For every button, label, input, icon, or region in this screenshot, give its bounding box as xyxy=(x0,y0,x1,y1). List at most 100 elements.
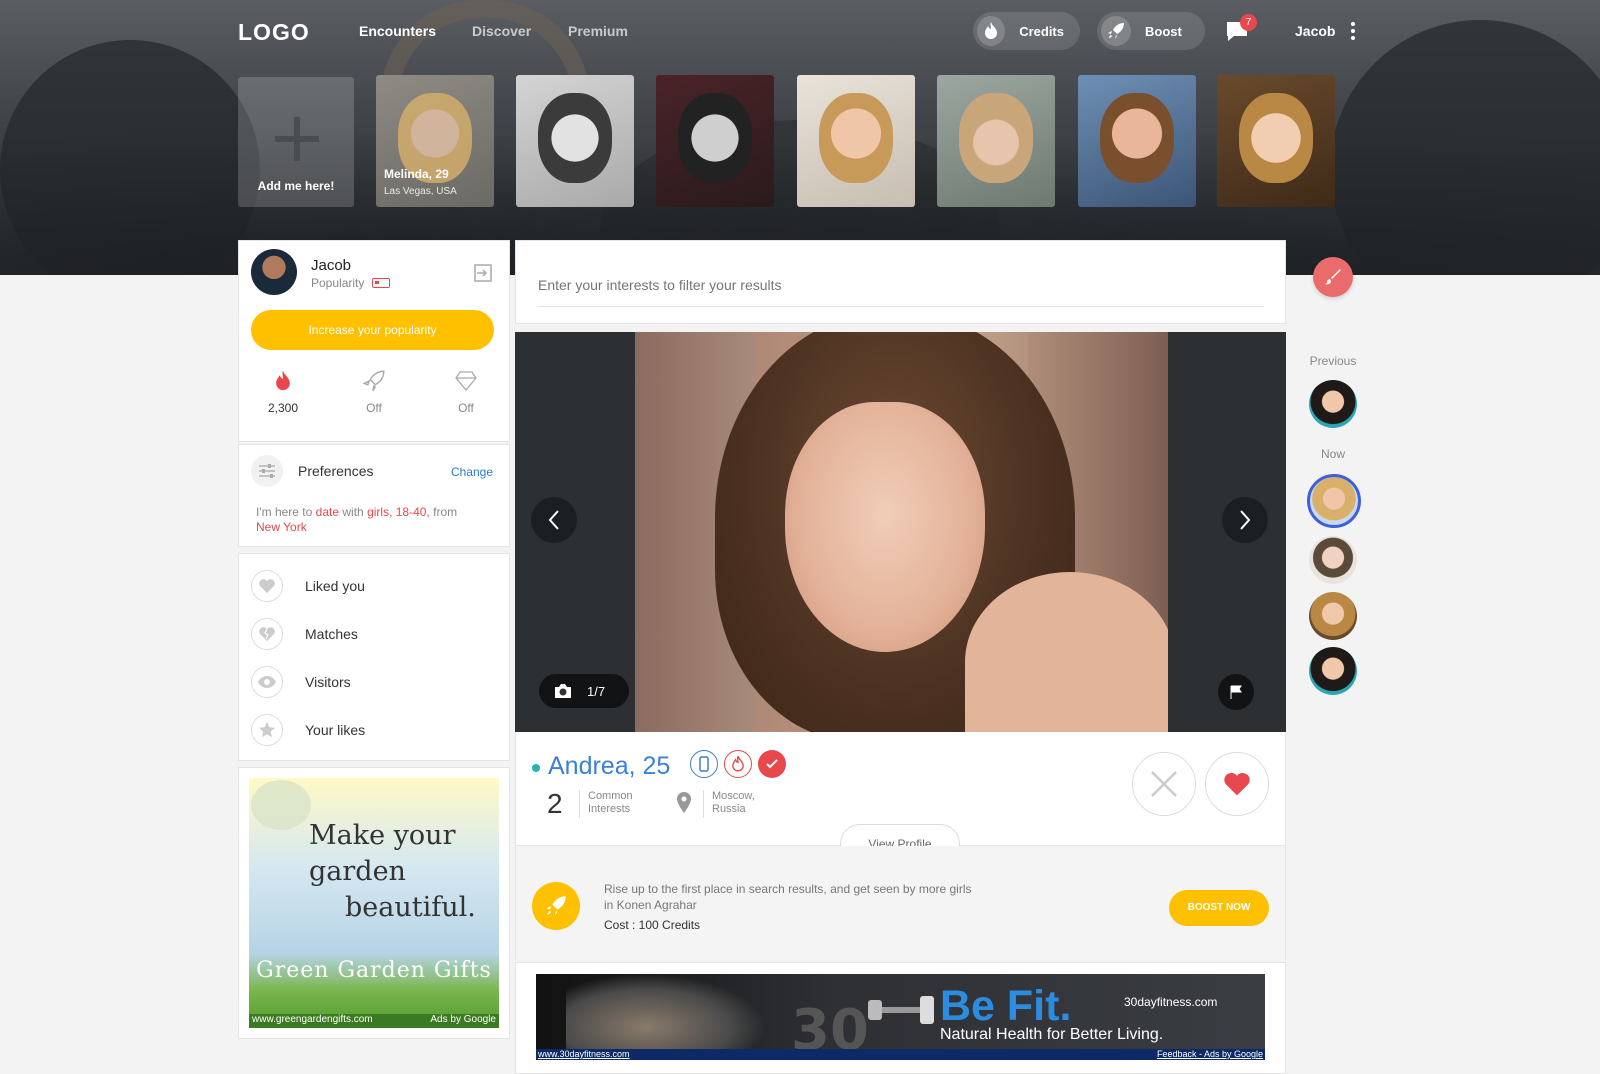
location-line: Moscow, xyxy=(712,790,755,802)
ad-url[interactable]: www.30dayfitness.com xyxy=(538,1049,630,1060)
photo-counter-text: 1/7 xyxy=(587,683,606,699)
menu-liked-you[interactable]: Liked you xyxy=(251,569,365,603)
mobile-verified-icon xyxy=(690,750,718,778)
encounter-photo-viewer: 1/7 xyxy=(515,332,1286,732)
logout-icon[interactable] xyxy=(473,263,493,288)
encounter-photo[interactable] xyxy=(635,332,1168,732)
common-interests-count: 2 xyxy=(547,788,563,819)
report-flag-icon[interactable] xyxy=(1218,674,1254,710)
menu-matches[interactable]: Matches xyxy=(251,617,358,651)
credits-button[interactable]: Credits xyxy=(973,12,1080,50)
heart-icon xyxy=(1222,771,1252,797)
nav-encounters[interactable]: Encounters xyxy=(359,23,436,39)
rocket-icon xyxy=(339,369,409,393)
ad-line: Make your xyxy=(309,820,456,851)
like-button[interactable] xyxy=(1205,752,1269,816)
carousel-profile[interactable] xyxy=(656,75,774,207)
boost-promo-text: Rise up to the first place in search res… xyxy=(604,882,972,912)
preferences-title: Preferences xyxy=(298,463,374,479)
carousel-profile[interactable] xyxy=(516,75,634,207)
carousel-profile-featured[interactable]: Melinda, 29 Las Vegas, USA xyxy=(376,75,494,207)
credits-stat[interactable]: 2,300 xyxy=(248,369,318,415)
boost-promo: Rise up to the first place in search res… xyxy=(515,846,1286,960)
profile-photo xyxy=(819,93,893,183)
photo-subject-face xyxy=(785,402,985,652)
nav-discover[interactable]: Discover xyxy=(472,23,531,39)
rocket-icon xyxy=(1101,16,1131,46)
garden-ad-banner[interactable]: Make your garden beautiful. Green Garden… xyxy=(249,778,499,1028)
next-photo-button[interactable] xyxy=(1222,497,1268,543)
increase-popularity-button[interactable]: Increase your popularity xyxy=(251,310,494,350)
previous-photo-button[interactable] xyxy=(531,497,577,543)
star-icon xyxy=(251,714,283,746)
menu-your-likes[interactable]: Your likes xyxy=(251,713,365,747)
boost-cost: Cost : 100 Credits xyxy=(604,918,701,932)
location-line: Russia xyxy=(712,803,746,815)
credits-value: 2,300 xyxy=(267,401,299,415)
camera-icon xyxy=(553,683,573,699)
queue-profile-avatar[interactable] xyxy=(1309,647,1357,695)
athlete-image xyxy=(566,974,766,1050)
flame-icon xyxy=(977,16,1006,46)
boost-button[interactable]: Boost xyxy=(1097,12,1205,50)
previous-profile-avatar[interactable] xyxy=(1309,380,1357,428)
heart-icon xyxy=(251,570,283,602)
nav-premium[interactable]: Premium xyxy=(568,23,628,39)
eye-icon xyxy=(251,666,283,698)
carousel-profile[interactable] xyxy=(1217,75,1335,207)
menu-label: Your likes xyxy=(305,722,366,738)
ads-by-google[interactable]: Ads by Google xyxy=(430,1014,496,1028)
profile-photo xyxy=(678,93,752,183)
paint-brush-icon[interactable] xyxy=(1313,257,1353,297)
encounter-location: Moscow, Russia xyxy=(703,790,755,818)
boost-stat[interactable]: Off xyxy=(339,369,409,415)
profile-photo xyxy=(1239,93,1313,183)
boost-label: Boost xyxy=(1145,23,1182,39)
featured-location: Las Vegas, USA xyxy=(384,186,457,197)
carousel-profile[interactable] xyxy=(797,75,915,207)
add-me-button[interactable]: Add me here! xyxy=(238,77,354,207)
pref-target: girls, 18-40, xyxy=(367,505,430,519)
credits-label: Credits xyxy=(1019,23,1064,39)
menu-label: Matches xyxy=(305,626,358,642)
popular-flame-icon xyxy=(724,750,752,778)
fitness-ad-banner[interactable]: 30 Be Fit. 30dayfitness.com Natural Heal… xyxy=(536,974,1265,1060)
previous-label: Previous xyxy=(1309,354,1357,368)
featured-caption: Melinda, 29 Las Vegas, USA xyxy=(384,167,457,199)
pref-prefix: I'm here to xyxy=(256,505,313,519)
ad-brand: Green Garden Gifts xyxy=(256,958,492,983)
popularity-row: Popularity xyxy=(311,276,391,290)
current-profile-avatar[interactable] xyxy=(1307,474,1361,528)
boost-now-button[interactable]: BOOST NOW xyxy=(1169,890,1269,926)
flame-icon xyxy=(248,369,318,393)
carousel-profile[interactable] xyxy=(1078,75,1196,207)
premium-value: Off xyxy=(458,401,474,415)
logo[interactable]: LOGO xyxy=(238,19,310,46)
encounter-name[interactable]: Andrea, 25 xyxy=(548,752,670,781)
ad-line: garden xyxy=(309,856,406,887)
more-menu-icon[interactable] xyxy=(1350,22,1356,42)
queue-profile-avatar[interactable] xyxy=(1309,536,1357,584)
preferences-card: Preferences Change I'm here to date with… xyxy=(238,444,510,547)
premium-stat[interactable]: Off xyxy=(431,369,501,415)
ad-url[interactable]: www.greengardengifts.com xyxy=(252,1014,373,1028)
queue-profile-avatar[interactable] xyxy=(1309,592,1357,640)
sliders-icon xyxy=(251,455,283,487)
ad-tagline: Natural Health for Better Living. xyxy=(940,1026,1164,1043)
interests-search-input[interactable] xyxy=(538,263,1264,307)
dislike-button[interactable] xyxy=(1132,752,1196,816)
ads-by-google[interactable]: Feedback - Ads by Google xyxy=(1157,1049,1263,1060)
verified-check-icon xyxy=(758,750,786,778)
menu-visitors[interactable]: Visitors xyxy=(251,665,351,699)
my-name: Jacob xyxy=(311,257,352,274)
bottom-ad-card: 30 Be Fit. 30dayfitness.com Natural Heal… xyxy=(515,962,1286,1074)
photo-counter[interactable]: 1/7 xyxy=(539,674,629,708)
common-label-line: Common xyxy=(588,790,633,802)
location-pin-icon xyxy=(676,792,692,819)
carousel-profile[interactable] xyxy=(937,75,1055,207)
online-status-dot xyxy=(532,764,540,772)
my-avatar[interactable] xyxy=(251,249,297,295)
header-user-name[interactable]: Jacob xyxy=(1295,23,1335,39)
change-preferences-link[interactable]: Change xyxy=(451,465,493,479)
profile-photo xyxy=(538,93,612,183)
